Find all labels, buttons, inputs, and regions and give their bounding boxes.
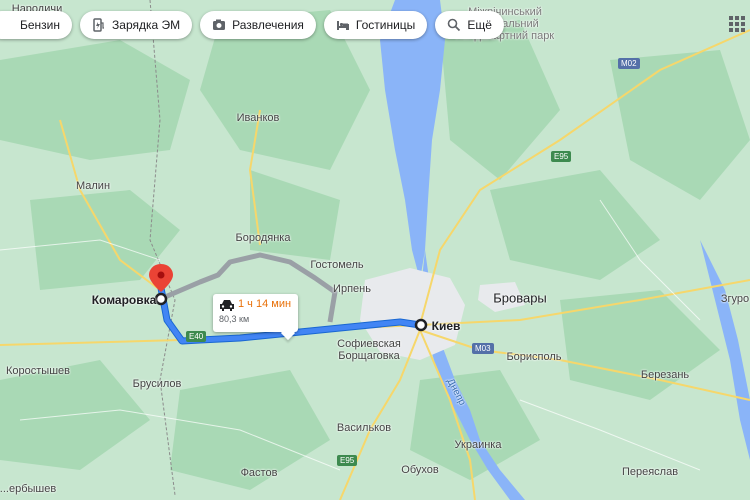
place-fastov: Фастов [240, 467, 278, 479]
apps-grid-icon[interactable] [729, 16, 745, 32]
place-borodyanka: Бородянка [235, 232, 291, 244]
chip-hotels[interactable]: Гостиницы [323, 11, 428, 39]
chip-label: Развлечения [232, 18, 304, 32]
chip-label: Ещё [467, 18, 492, 32]
category-chips: Бензин Зарядка ЭМ Развлечения Гостиницы … [0, 11, 504, 39]
route-info-card[interactable]: 1 ч 14 мин 80,3 км [213, 294, 298, 332]
place-vasilkov: Васильков [336, 422, 392, 434]
place-korostyshev: Коростышев [6, 365, 70, 377]
road-shield-m02: M02 [618, 58, 640, 69]
ev-charging-icon [93, 18, 105, 32]
chip-ev-charging[interactable]: Зарядка ЭМ [80, 11, 193, 39]
place-ukrainka: Украинка [454, 439, 502, 451]
chip-more[interactable]: Ещё [435, 11, 504, 39]
road-shield-m03: M03 [472, 343, 494, 354]
place-obukhov: Обухов [401, 464, 439, 476]
place-borispol: Борисполь [506, 351, 562, 363]
search-icon [448, 18, 461, 32]
chip-label: Гостиницы [355, 18, 416, 32]
road-shield-e40: E40 [186, 331, 207, 342]
place-komarovka[interactable]: Комаровка [92, 293, 157, 307]
place-zgurov: Згуро [720, 293, 750, 305]
road-shield-e95-south: E95 [337, 455, 358, 466]
place-irpen: Ирпень [333, 283, 371, 295]
place-ivankov: Иванков [236, 112, 280, 124]
place-malin: Малин [75, 180, 111, 192]
chip-fuel[interactable]: Бензин [0, 11, 73, 39]
chip-label: Бензин [20, 18, 61, 32]
chip-label: Зарядка ЭМ [112, 18, 181, 32]
road-shield-e95-north: E95 [551, 151, 572, 162]
fuel-icon [0, 18, 14, 32]
place-sofievskaya: Софиевская Борщаговка [337, 338, 401, 362]
place-pereyaslav: Переяслав [621, 466, 679, 478]
route-distance: 80,3 км [219, 314, 250, 324]
bed-icon [336, 21, 349, 30]
destination-marker-icon[interactable] [414, 318, 428, 332]
place-berezan: Березань [640, 369, 690, 381]
place-brovary[interactable]: Бровары [493, 291, 547, 306]
place-berdichev: ...ербышев [0, 483, 57, 495]
chip-entertainment[interactable]: Развлечения [200, 11, 316, 39]
route-time: 1 ч 14 мин [238, 298, 292, 310]
place-brusilov: Брусилов [132, 378, 182, 390]
place-kiev[interactable]: Киев [432, 319, 461, 333]
camera-icon [213, 19, 226, 30]
car-icon [220, 300, 234, 311]
place-gostomel: Гостомель [310, 259, 364, 271]
